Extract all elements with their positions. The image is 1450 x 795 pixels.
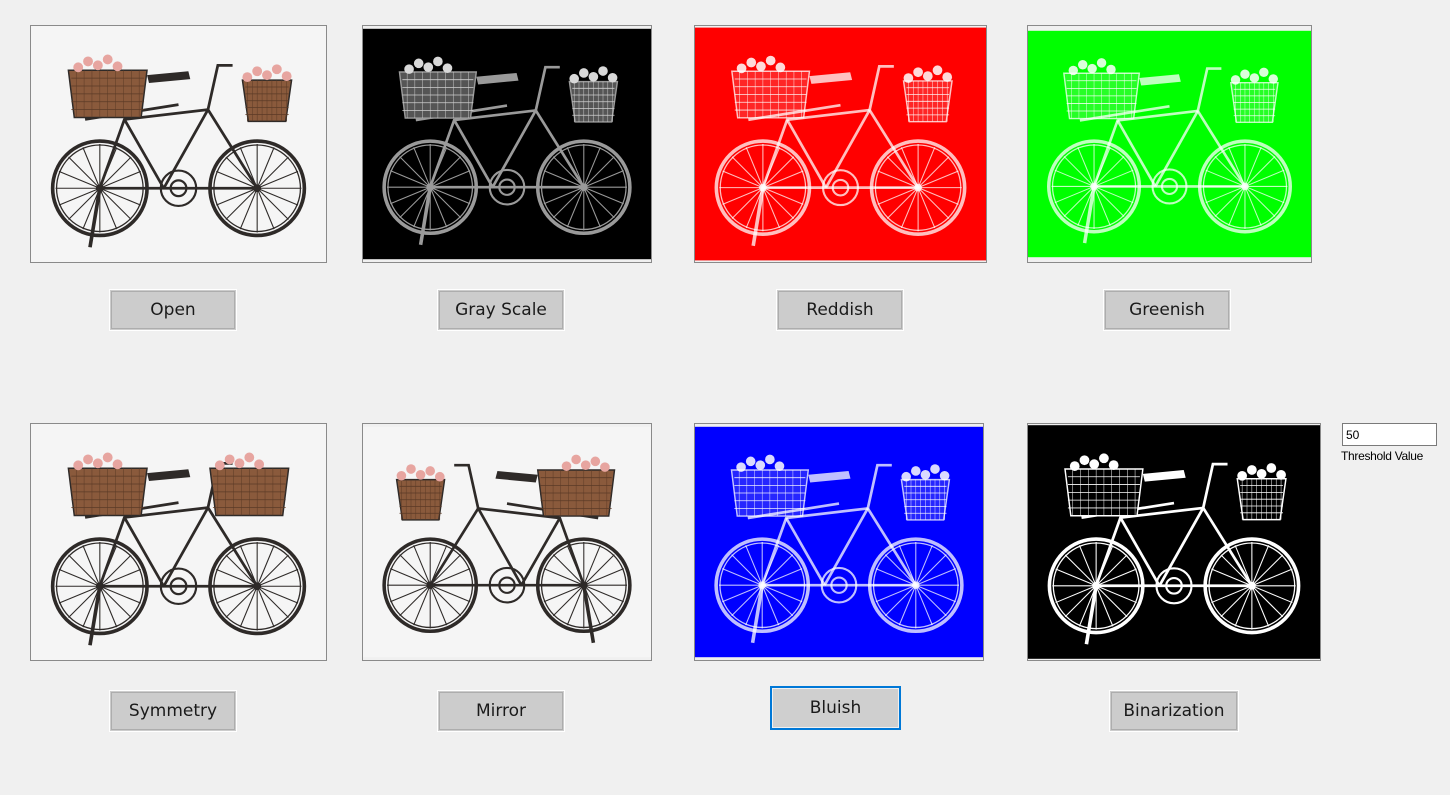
bluish-image-box [694, 423, 984, 661]
greenish-bicycle-image [1028, 30, 1311, 258]
original-bicycle-image [31, 26, 326, 262]
bluish-button[interactable]: Bluish [771, 687, 900, 729]
mirror-button[interactable]: Mirror [437, 690, 565, 732]
grayscale-bicycle-image [363, 28, 651, 260]
symmetry-image-box [30, 423, 327, 661]
original-image-box [30, 25, 327, 263]
bluish-bicycle-image [695, 426, 983, 658]
binarization-image-box [1027, 423, 1321, 661]
open-button[interactable]: Open [109, 289, 237, 331]
binarization-button[interactable]: Binarization [1109, 690, 1239, 732]
symmetry-button[interactable]: Symmetry [109, 690, 237, 732]
reddish-button[interactable]: Reddish [776, 289, 904, 331]
mirror-bicycle-image [363, 426, 651, 658]
greenish-button[interactable]: Greenish [1103, 289, 1231, 331]
symmetry-bicycle-image [31, 424, 326, 660]
mirror-image-box [362, 423, 652, 661]
binarization-bicycle-image [1028, 425, 1320, 659]
reddish-bicycle-image [695, 27, 986, 261]
threshold-value-input[interactable] [1342, 423, 1437, 446]
grayscale-image-box [362, 25, 652, 263]
greenish-image-box [1027, 25, 1312, 263]
threshold-value-label: Threshold Value [1341, 449, 1423, 463]
reddish-image-box [694, 25, 987, 263]
gray-scale-button[interactable]: Gray Scale [437, 289, 565, 331]
